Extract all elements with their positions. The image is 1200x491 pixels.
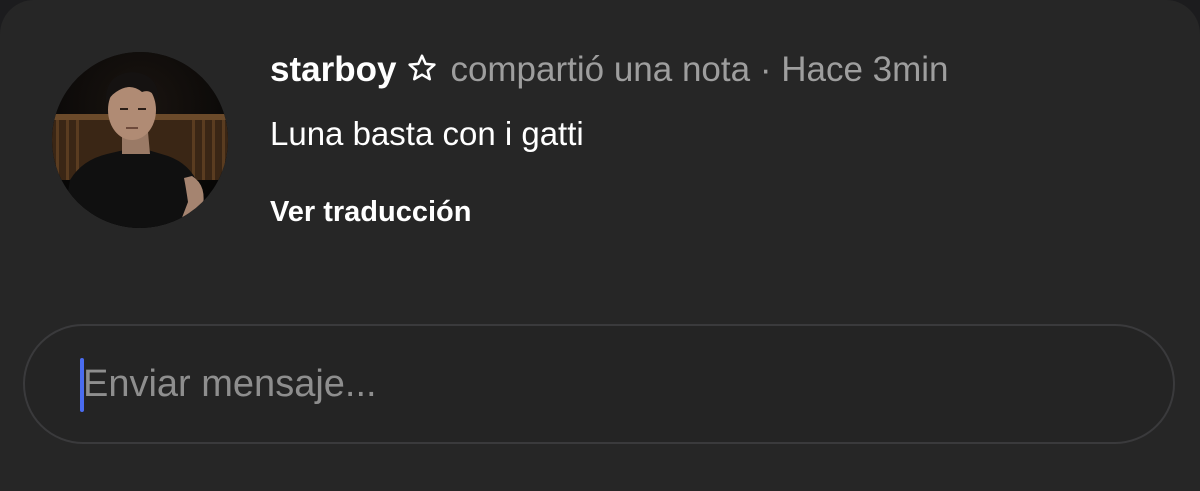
note-sheet: starboy compartió una nota · Hace 3min Lu…	[0, 0, 1200, 491]
star-outline-icon	[406, 51, 438, 83]
separator: ·	[759, 50, 772, 89]
timestamp: Hace 3min	[781, 50, 949, 89]
note-header: starboy compartió una nota · Hace 3min	[270, 48, 1160, 92]
note-text: Luna basta con i gatti	[270, 115, 584, 152]
note-content: starboy compartió una nota · Hace 3min Lu…	[270, 48, 1160, 230]
message-field[interactable]	[23, 324, 1175, 444]
action-text: compartió una nota	[450, 50, 751, 89]
avatar[interactable]	[52, 52, 228, 228]
see-translation-link[interactable]: Ver traducción	[270, 194, 1160, 230]
profile-photo	[52, 52, 228, 228]
message-input[interactable]	[83, 352, 1143, 416]
username[interactable]: starboy	[270, 50, 396, 89]
